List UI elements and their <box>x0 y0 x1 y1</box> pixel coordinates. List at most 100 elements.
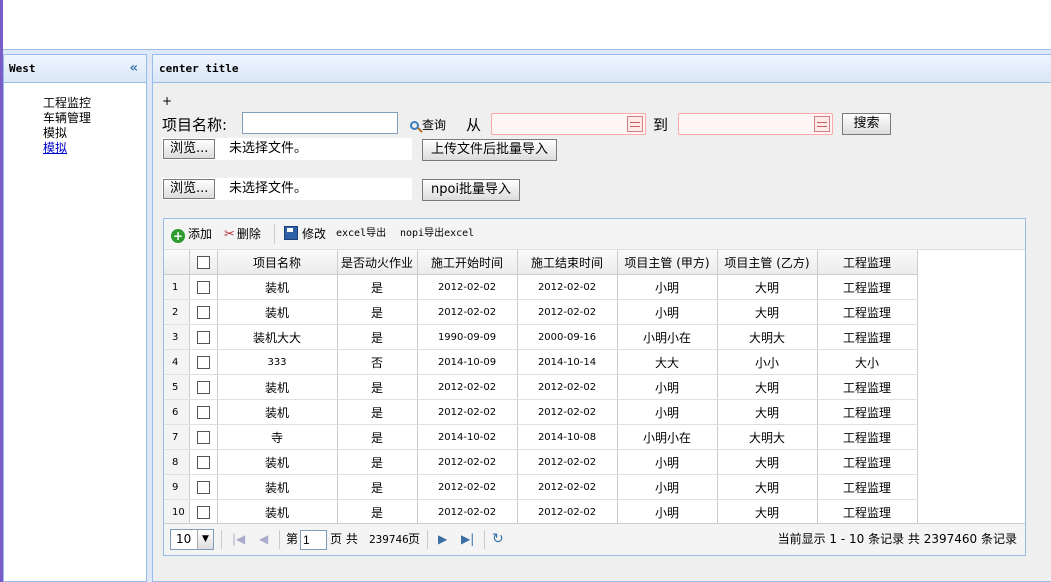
table-cell-b: 大明大 <box>717 324 818 350</box>
row-checkbox[interactable] <box>196 281 210 294</box>
row-checkbox[interactable] <box>196 331 210 344</box>
row-checkbox-cell[interactable] <box>189 399 218 425</box>
row-checkbox-cell[interactable] <box>189 449 218 475</box>
table-cell-sup: 工程监理 <box>817 499 918 525</box>
nav-item-vehicle-management[interactable]: 车辆管理 <box>43 111 146 126</box>
row-number: 2 <box>164 299 190 325</box>
search-button[interactable]: 搜索 <box>842 113 891 135</box>
file-input-1[interactable]: 浏览... 未选择文件。 <box>162 138 412 160</box>
table-row[interactable]: 8 装机是 2012-02-02 2012-02-02 小明 大明 工程监理 <box>164 449 918 475</box>
delete-button[interactable]: ✂ 删除 <box>224 219 261 249</box>
table-cell-fire: 是 <box>337 424 418 450</box>
table-cell-name: 装机 <box>217 399 338 425</box>
table-cell-end: 2012-02-02 <box>517 274 618 300</box>
header-rownum <box>164 250 190 275</box>
prev-page-icon[interactable]: ◀ <box>259 524 268 555</box>
nav-item-engineering-monitor[interactable]: 工程监控 <box>43 96 146 111</box>
row-checkbox-cell[interactable] <box>189 424 218 450</box>
npoi-export-button[interactable]: nopi导出excel <box>400 219 474 249</box>
browse-button[interactable]: 浏览... <box>163 179 216 199</box>
row-checkbox[interactable] <box>196 406 210 419</box>
row-checkbox-cell[interactable] <box>189 274 218 300</box>
data-grid: + 添加 ✂ 删除 修改 excel导出 nopi导出excel 项目名称 是否… <box>163 218 1026 556</box>
page-number-input[interactable] <box>300 530 327 550</box>
calendar-icon[interactable] <box>814 116 830 132</box>
page-size-select[interactable]: 10 ▼ <box>170 529 214 550</box>
scissors-icon: ✂ <box>224 227 235 242</box>
table-cell-start: 2014-10-09 <box>417 349 518 375</box>
double-chevron-left-icon[interactable]: « <box>130 55 138 82</box>
file-status: 未选择文件。 <box>229 181 308 196</box>
query-button[interactable]: 查询 <box>410 116 446 133</box>
layout-divider <box>3 49 1051 50</box>
upload-import-button[interactable]: 上传文件后批量导入 <box>422 139 558 161</box>
table-row[interactable]: 1 装机是 2012-02-02 2012-02-02 小明 大明 工程监理 <box>164 274 918 300</box>
table-cell-start: 1990-09-09 <box>417 324 518 350</box>
row-checkbox[interactable] <box>196 381 210 394</box>
pager-separator <box>484 530 485 549</box>
table-cell-end: 2000-09-16 <box>517 324 618 350</box>
add-button[interactable]: + 添加 <box>171 219 212 249</box>
column-header[interactable]: 项目名称 <box>217 250 338 275</box>
last-page-icon[interactable]: ▶| <box>461 524 474 555</box>
column-header[interactable]: 是否动火作业 <box>337 250 418 275</box>
row-checkbox-cell[interactable] <box>189 349 218 375</box>
row-checkbox-cell[interactable] <box>189 374 218 400</box>
nav-item-simulation-link[interactable]: 模拟 <box>43 141 146 156</box>
row-checkbox[interactable] <box>196 356 210 369</box>
file-input-2[interactable]: 浏览... 未选择文件。 <box>162 178 412 200</box>
table-row[interactable]: 2 装机是 2012-02-02 2012-02-02 小明 大明 工程监理 <box>164 299 918 325</box>
calendar-icon[interactable] <box>627 116 643 132</box>
row-checkbox[interactable] <box>196 481 210 494</box>
first-page-icon[interactable]: |◀ <box>232 524 245 555</box>
table-row[interactable]: 5 装机是 2012-02-02 2012-02-02 小明 大明 工程监理 <box>164 374 918 400</box>
west-panel: West « 工程监控 车辆管理 模拟 模拟 <box>3 54 147 582</box>
row-number: 7 <box>164 424 190 450</box>
end-date-input[interactable] <box>678 113 833 135</box>
table-cell-a: 小明 <box>617 374 718 400</box>
table-cell-b: 大明 <box>717 399 818 425</box>
table-cell-fire: 是 <box>337 324 418 350</box>
start-date-input[interactable] <box>491 113 646 135</box>
npoi-import-button[interactable]: npoi批量导入 <box>422 179 521 201</box>
table-cell-name: 装机 <box>217 449 338 475</box>
row-checkbox[interactable] <box>196 456 210 469</box>
plus-toggle[interactable]: + <box>162 94 172 108</box>
table-cell-sup: 工程监理 <box>817 324 918 350</box>
select-all-checkbox[interactable] <box>196 256 210 269</box>
row-checkbox[interactable] <box>196 306 210 319</box>
chevron-down-icon[interactable]: ▼ <box>197 530 213 549</box>
table-row[interactable]: 6 装机是 2012-02-02 2012-02-02 小明 大明 工程监理 <box>164 399 918 425</box>
table-cell-sup: 工程监理 <box>817 274 918 300</box>
column-header[interactable]: 施工开始时间 <box>417 250 518 275</box>
row-checkbox-cell[interactable] <box>189 299 218 325</box>
row-checkbox[interactable] <box>196 506 210 519</box>
grid-header-row: 项目名称 是否动火作业 施工开始时间 施工结束时间 项目主管 (甲方) 项目主管… <box>164 250 918 275</box>
excel-export-button[interactable]: excel导出 <box>336 219 386 249</box>
column-header[interactable]: 项目主管 (乙方) <box>717 250 818 275</box>
edit-button[interactable]: 修改 <box>284 219 326 249</box>
table-row[interactable]: 4 333 否 2014-10-09 2014-10-14 大大 小小 大小 <box>164 349 918 375</box>
table-row[interactable]: 9 装机是 2012-02-02 2012-02-02 小明 大明 工程监理 <box>164 474 918 500</box>
column-header[interactable]: 施工结束时间 <box>517 250 618 275</box>
table-row[interactable]: 10 装机是 2012-02-02 2012-02-02 小明 大明 工程监理 <box>164 499 918 525</box>
table-row[interactable]: 7 寺是 2014-10-02 2014-10-08 小明小在 大明大 工程监理 <box>164 424 918 450</box>
row-checkbox[interactable] <box>196 431 210 444</box>
table-row[interactable]: 3 装机大大是 1990-09-09 2000-09-16 小明小在 大明大 工程监理 <box>164 324 918 350</box>
row-number: 4 <box>164 349 190 375</box>
row-checkbox-cell[interactable] <box>189 474 218 500</box>
table-cell-b: 大明 <box>717 499 818 525</box>
nav-item-simulation[interactable]: 模拟 <box>43 126 146 141</box>
row-checkbox-cell[interactable] <box>189 324 218 350</box>
row-checkbox-cell[interactable] <box>189 499 218 525</box>
next-page-icon[interactable]: ▶ <box>438 524 447 555</box>
column-header[interactable]: 项目主管 (甲方) <box>617 250 718 275</box>
column-header[interactable]: 工程监理 <box>817 250 918 275</box>
project-name-input[interactable] <box>242 112 398 134</box>
browse-button[interactable]: 浏览... <box>163 139 216 159</box>
table-cell-end: 2014-10-14 <box>517 349 618 375</box>
refresh-icon[interactable]: ↻ <box>492 524 504 555</box>
header-checkbox[interactable] <box>189 250 218 275</box>
row-number: 8 <box>164 449 190 475</box>
table-cell-a: 小明小在 <box>617 424 718 450</box>
